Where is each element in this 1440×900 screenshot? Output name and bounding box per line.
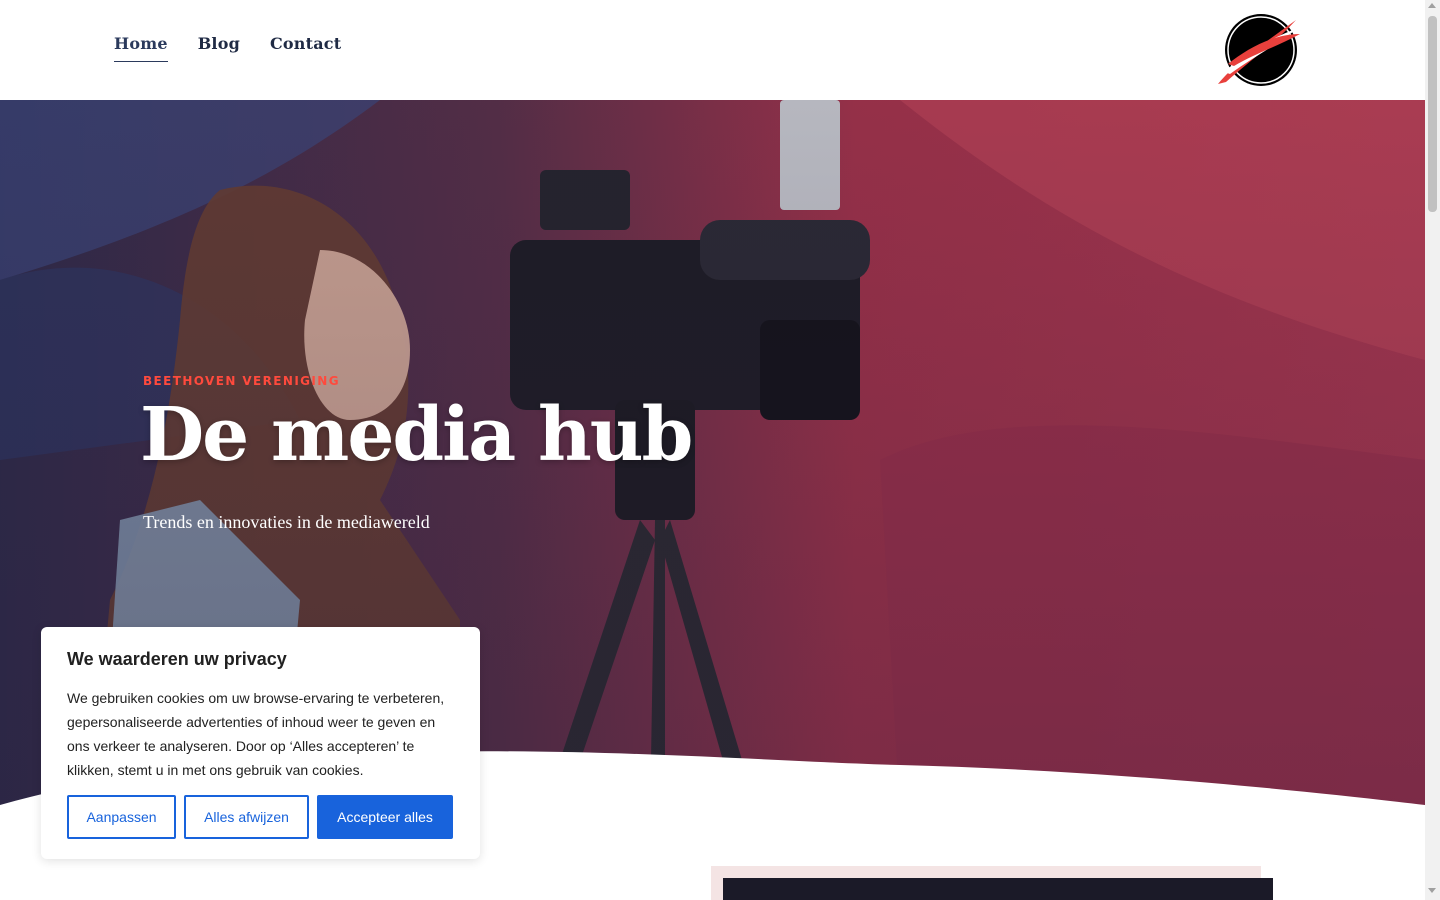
nav-item-contact[interactable]: Contact (270, 34, 341, 62)
scroll-up-arrow-icon[interactable] (1428, 3, 1436, 8)
nav-item-home[interactable]: Home (114, 34, 168, 62)
featured-card-image[interactable] (723, 878, 1273, 900)
cookie-body: We gebruiken cookies om uw browse-ervari… (67, 690, 445, 778)
hero-title: De media hub (140, 392, 693, 478)
scrollbar-thumb[interactable] (1428, 16, 1437, 212)
cookie-button-group: Aanpassen Alles afwijzen Accepteer alles (67, 795, 453, 839)
cookie-consent-banner: We waarderen uw privacy We gebruiken coo… (41, 627, 480, 859)
nav-item-blog[interactable]: Blog (198, 34, 240, 62)
accept-all-button[interactable]: Accepteer alles (317, 795, 453, 839)
brand-logo-icon[interactable] (1216, 12, 1302, 90)
scroll-down-arrow-icon[interactable] (1428, 888, 1436, 893)
hero-subtitle: Trends en innovaties in de mediawereld (143, 512, 430, 532)
main-nav: Home Blog Contact (114, 34, 341, 62)
hero-eyebrow: BEETHOVEN VERENIGING (143, 374, 340, 388)
customize-button[interactable]: Aanpassen (67, 795, 176, 839)
reject-all-button[interactable]: Alles afwijzen (184, 795, 309, 839)
site-header: Home Blog Contact (0, 0, 1425, 100)
cookie-title: We waarderen uw privacy (67, 649, 287, 669)
